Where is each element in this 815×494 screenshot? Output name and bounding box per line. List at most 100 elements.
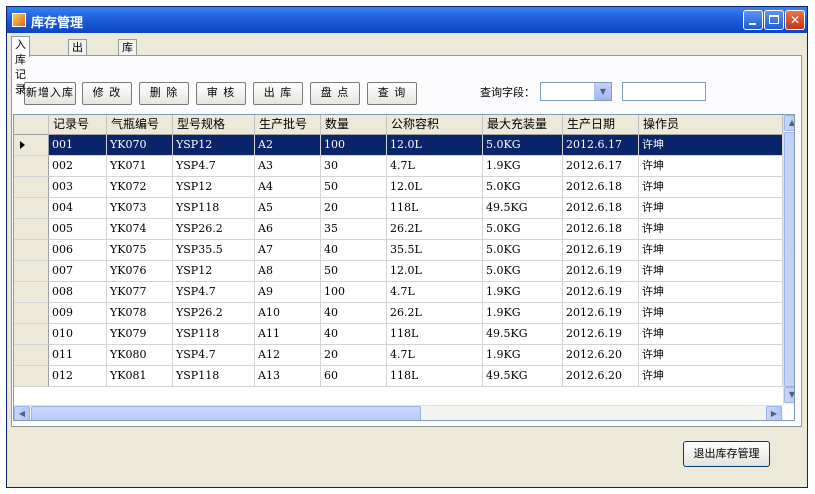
table-cell[interactable]: 30 [321, 156, 387, 177]
scroll-up-icon[interactable]: ▲ [784, 115, 794, 131]
table-cell[interactable]: 12.0L [387, 177, 483, 198]
table-cell[interactable]: 2012.6.19 [563, 261, 639, 282]
table-cell[interactable]: 12.0L [387, 135, 483, 156]
table-cell[interactable]: YSP26.2 [173, 303, 255, 324]
row-header[interactable] [14, 261, 49, 282]
column-header[interactable]: 数量 [321, 115, 387, 135]
table-cell[interactable]: YK078 [107, 303, 173, 324]
row-header[interactable] [14, 345, 49, 366]
table-cell[interactable]: 26.2L [387, 219, 483, 240]
row-header[interactable] [14, 303, 49, 324]
table-row[interactable]: 011 YK080 YSP4.7 A12 20 4.7L 1.9KG 2012.6.20 许坤 [14, 345, 783, 366]
table-cell[interactable]: 许坤 [639, 303, 783, 324]
tab-inbound-records[interactable]: 入库记录 [11, 36, 30, 96]
table-cell[interactable]: A12 [255, 345, 321, 366]
edit-button[interactable]: 修 改 [82, 82, 132, 105]
table-cell[interactable]: 010 [49, 324, 107, 345]
table-cell[interactable]: 许坤 [639, 261, 783, 282]
row-header[interactable] [14, 135, 49, 156]
table-cell[interactable]: YSP12 [173, 177, 255, 198]
scroll-right-icon[interactable]: ▶ [766, 406, 782, 420]
table-cell[interactable]: YSP12 [173, 135, 255, 156]
table-cell[interactable]: 35.5L [387, 240, 483, 261]
table-cell[interactable]: 009 [49, 303, 107, 324]
table-cell[interactable]: 50 [321, 177, 387, 198]
query-field-select[interactable]: ▼ [540, 82, 612, 101]
table-cell[interactable]: 2012.6.17 [563, 156, 639, 177]
table-cell[interactable]: 许坤 [639, 366, 783, 387]
maximize-button[interactable] [764, 10, 784, 30]
scroll-left-icon[interactable]: ◀ [14, 406, 30, 420]
table-cell[interactable]: YSP118 [173, 198, 255, 219]
vertical-scroll-thumb[interactable] [784, 132, 794, 387]
column-header[interactable]: 最大充装量 [483, 115, 563, 135]
table-cell[interactable]: 许坤 [639, 177, 783, 198]
table-cell[interactable]: 1.9KG [483, 303, 563, 324]
table-cell[interactable]: 005 [49, 219, 107, 240]
table-cell[interactable]: 49.5KG [483, 198, 563, 219]
table-cell[interactable]: 许坤 [639, 135, 783, 156]
table-cell[interactable]: 许坤 [639, 198, 783, 219]
table-cell[interactable]: YK081 [107, 366, 173, 387]
table-cell[interactable]: 008 [49, 282, 107, 303]
table-cell[interactable]: 001 [49, 135, 107, 156]
stocktake-button[interactable]: 盘 点 [310, 82, 360, 105]
table-cell[interactable]: A5 [255, 198, 321, 219]
table-cell[interactable]: 002 [49, 156, 107, 177]
table-cell[interactable]: 5.0KG [483, 240, 563, 261]
table-cell[interactable]: 20 [321, 345, 387, 366]
vertical-scrollbar[interactable]: ▲ ▼ [783, 115, 794, 405]
table-cell[interactable]: 012 [49, 366, 107, 387]
row-header[interactable] [14, 324, 49, 345]
table-cell[interactable]: YSP35.5 [173, 240, 255, 261]
table-cell[interactable]: YSP4.7 [173, 282, 255, 303]
table-cell[interactable]: 40 [321, 324, 387, 345]
column-header[interactable]: 生产日期 [563, 115, 639, 135]
table-cell[interactable]: A2 [255, 135, 321, 156]
table-cell[interactable]: 2012.6.19 [563, 240, 639, 261]
table-row[interactable]: 003 YK072 YSP12 A4 50 12.0L 5.0KG 2012.6.18 许坤 [14, 177, 783, 198]
table-cell[interactable]: YSP118 [173, 324, 255, 345]
table-cell[interactable]: 1.9KG [483, 156, 563, 177]
table-cell[interactable]: YSP118 [173, 366, 255, 387]
scroll-down-icon[interactable]: ▼ [784, 387, 794, 403]
table-cell[interactable]: YSP12 [173, 261, 255, 282]
table-cell[interactable]: 118L [387, 324, 483, 345]
table-cell[interactable]: 2012.6.19 [563, 303, 639, 324]
table-cell[interactable]: 许坤 [639, 156, 783, 177]
table-cell[interactable]: A4 [255, 177, 321, 198]
table-cell[interactable]: 011 [49, 345, 107, 366]
table-row[interactable]: 004 YK073 YSP118 A5 20 118L 49.5KG 2012.6.18 许坤 [14, 198, 783, 219]
table-cell[interactable]: 60 [321, 366, 387, 387]
close-button[interactable]: ✕ [785, 10, 805, 30]
table-cell[interactable]: 100 [321, 135, 387, 156]
table-cell[interactable]: YSP4.7 [173, 345, 255, 366]
table-cell[interactable]: 4.7L [387, 282, 483, 303]
table-cell[interactable]: 2012.6.18 [563, 198, 639, 219]
table-cell[interactable]: YSP4.7 [173, 156, 255, 177]
table-cell[interactable]: YK075 [107, 240, 173, 261]
table-cell[interactable]: YK074 [107, 219, 173, 240]
chevron-down-icon[interactable]: ▼ [594, 83, 611, 100]
table-cell[interactable]: 许坤 [639, 240, 783, 261]
table-cell[interactable]: A8 [255, 261, 321, 282]
table-cell[interactable]: YK072 [107, 177, 173, 198]
title-bar[interactable]: 库存管理 ✕ [7, 7, 807, 33]
table-cell[interactable]: A7 [255, 240, 321, 261]
table-cell[interactable]: A3 [255, 156, 321, 177]
table-cell[interactable]: 35 [321, 219, 387, 240]
table-cell[interactable]: YK073 [107, 198, 173, 219]
table-cell[interactable]: 2012.6.20 [563, 366, 639, 387]
table-cell[interactable]: A13 [255, 366, 321, 387]
tab-inventory-check[interactable]: 库存盘点 [118, 39, 137, 99]
table-cell[interactable]: 49.5KG [483, 324, 563, 345]
table-cell[interactable]: 006 [49, 240, 107, 261]
table-row[interactable]: 006 YK075 YSP35.5 A7 40 35.5L 5.0KG 2012.6.19 许坤 [14, 240, 783, 261]
table-row[interactable]: 007 YK076 YSP12 A8 50 12.0L 5.0KG 2012.6.19 许坤 [14, 261, 783, 282]
table-row[interactable]: 009 YK078 YSP26.2 A10 40 26.2L 1.9KG 2012.6.19 许… [14, 303, 783, 324]
table-cell[interactable]: 许坤 [639, 345, 783, 366]
add-inbound-button[interactable]: 新增入库 [24, 82, 76, 105]
table-row[interactable]: 002 YK071 YSP4.7 A3 30 4.7L 1.9KG 2012.6.17 许坤 [14, 156, 783, 177]
table-cell[interactable]: A11 [255, 324, 321, 345]
table-row[interactable]: 008 YK077 YSP4.7 A9 100 4.7L 1.9KG 2012.6.19 许坤 [14, 282, 783, 303]
